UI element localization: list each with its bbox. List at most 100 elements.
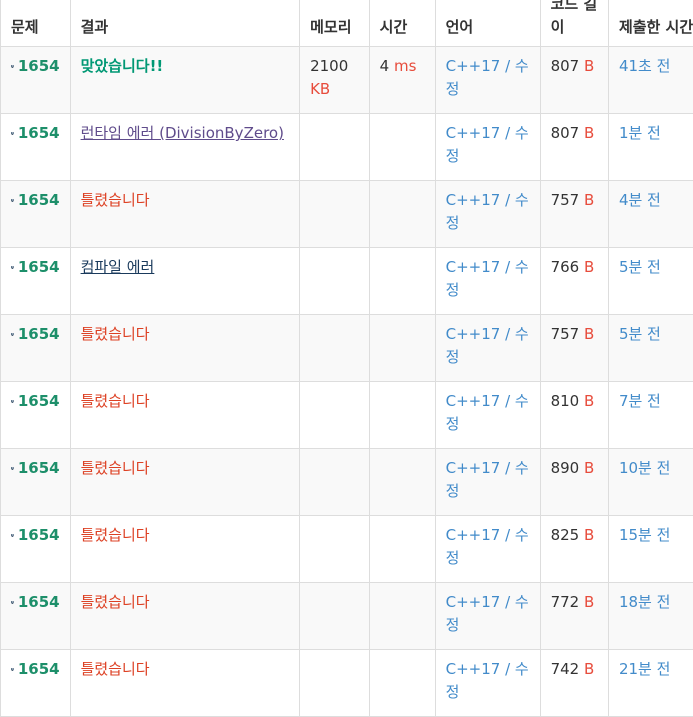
problem-link[interactable]: 2 1654 bbox=[11, 122, 60, 145]
problem-link[interactable]: 2 1654 bbox=[11, 189, 60, 212]
language-separator: / bbox=[500, 191, 515, 209]
code-length-cell: 772 B bbox=[540, 583, 608, 650]
submitted-time-link[interactable]: 7분 전 bbox=[619, 392, 661, 410]
submitted-time-link[interactable]: 5분 전 bbox=[619, 258, 661, 276]
language-cell: C++17 / 수정 bbox=[435, 382, 540, 449]
problem-id[interactable]: 1654 bbox=[18, 457, 60, 480]
silver-tier-icon: 2 bbox=[11, 123, 14, 144]
language-link[interactable]: C++17 bbox=[446, 526, 501, 544]
code-length-unit: B bbox=[584, 191, 594, 209]
memory-cell bbox=[300, 114, 370, 181]
result-text: 틀렸습니다 bbox=[81, 459, 150, 477]
silver-tier-icon: 2 bbox=[11, 659, 14, 680]
submitted-time-link[interactable]: 15분 전 bbox=[619, 526, 670, 544]
language-link[interactable]: C++17 bbox=[446, 57, 501, 75]
language-separator: / bbox=[500, 124, 515, 142]
language-link[interactable]: C++17 bbox=[446, 392, 501, 410]
submitted-time-link[interactable]: 4분 전 bbox=[619, 191, 661, 209]
table-row: 2 1654 맞았습니다!! 2100 KB 4 ms C++17 / 수정 8… bbox=[1, 47, 693, 114]
table-row: 2 1654 틀렸습니다 C++17 / 수정 742 B bbox=[1, 650, 693, 717]
problem-id[interactable]: 1654 bbox=[18, 658, 60, 681]
code-length-unit: B bbox=[584, 526, 594, 544]
problem-link[interactable]: 2 1654 bbox=[11, 390, 60, 413]
language-separator: / bbox=[500, 459, 515, 477]
problem-id[interactable]: 1654 bbox=[18, 55, 60, 78]
problem-link[interactable]: 2 1654 bbox=[11, 591, 60, 614]
problem-id[interactable]: 1654 bbox=[18, 189, 60, 212]
problem-cell: 2 1654 bbox=[1, 181, 71, 248]
code-length-cell: 766 B bbox=[540, 248, 608, 315]
header-time: 시간 bbox=[369, 0, 435, 47]
time-cell: 4 ms bbox=[369, 47, 435, 114]
language-cell: C++17 / 수정 bbox=[435, 248, 540, 315]
memory-unit: KB bbox=[310, 80, 330, 98]
problem-link[interactable]: 2 1654 bbox=[11, 55, 60, 78]
language-separator: / bbox=[500, 392, 515, 410]
problem-link[interactable]: 2 1654 bbox=[11, 658, 60, 681]
submitted-cell: 7분 전 bbox=[608, 382, 693, 449]
code-length-cell: 757 B bbox=[540, 315, 608, 382]
code-length-unit: B bbox=[584, 57, 594, 75]
problem-link[interactable]: 2 1654 bbox=[11, 323, 60, 346]
language-separator: / bbox=[500, 258, 515, 276]
language-link[interactable]: C++17 bbox=[446, 459, 501, 477]
language-link[interactable]: C++17 bbox=[446, 124, 501, 142]
result-text: 틀렸습니다 bbox=[81, 526, 150, 544]
result-text: 틀렸습니다 bbox=[81, 392, 150, 410]
header-problem: 문제 bbox=[1, 0, 71, 47]
time-cell bbox=[369, 449, 435, 516]
silver-tier-icon: 2 bbox=[11, 257, 14, 278]
problem-id[interactable]: 1654 bbox=[18, 390, 60, 413]
language-link[interactable]: C++17 bbox=[446, 593, 501, 611]
submitted-cell: 41초 전 bbox=[608, 47, 693, 114]
language-cell: C++17 / 수정 bbox=[435, 114, 540, 181]
result-text: 틀렸습니다 bbox=[81, 325, 150, 343]
problem-id[interactable]: 1654 bbox=[18, 323, 60, 346]
problem-link[interactable]: 2 1654 bbox=[11, 256, 60, 279]
silver-tier-icon: 2 bbox=[11, 525, 14, 546]
submitted-time-link[interactable]: 10분 전 bbox=[619, 459, 670, 477]
problem-id[interactable]: 1654 bbox=[18, 591, 60, 614]
code-length-unit: B bbox=[584, 593, 594, 611]
problem-cell: 2 1654 bbox=[1, 114, 71, 181]
silver-tier-icon: 2 bbox=[11, 458, 14, 479]
submitted-time-link[interactable]: 18분 전 bbox=[619, 593, 670, 611]
time-cell bbox=[369, 248, 435, 315]
code-length-unit: B bbox=[584, 325, 594, 343]
problem-link[interactable]: 2 1654 bbox=[11, 457, 60, 480]
problem-id[interactable]: 1654 bbox=[18, 524, 60, 547]
result-cell: 틀렸습니다 bbox=[70, 583, 300, 650]
problem-id[interactable]: 1654 bbox=[18, 256, 60, 279]
language-link[interactable]: C++17 bbox=[446, 325, 501, 343]
language-cell: C++17 / 수정 bbox=[435, 650, 540, 717]
time-cell bbox=[369, 114, 435, 181]
submitted-cell: 21분 전 bbox=[608, 650, 693, 717]
submitted-time-link[interactable]: 5분 전 bbox=[619, 325, 661, 343]
header-submitted: 제출한 시간 bbox=[608, 0, 693, 47]
language-cell: C++17 / 수정 bbox=[435, 583, 540, 650]
language-separator: / bbox=[500, 660, 515, 678]
time-cell bbox=[369, 650, 435, 717]
memory-cell bbox=[300, 516, 370, 583]
submitted-time-link[interactable]: 21분 전 bbox=[619, 660, 670, 678]
time-unit: ms bbox=[394, 57, 416, 75]
language-link[interactable]: C++17 bbox=[446, 258, 501, 276]
language-cell: C++17 / 수정 bbox=[435, 449, 540, 516]
result-text: 틀렸습니다 bbox=[81, 191, 150, 209]
problem-cell: 2 1654 bbox=[1, 583, 71, 650]
result-text[interactable]: 컴파일 에러 bbox=[81, 258, 155, 276]
problem-link[interactable]: 2 1654 bbox=[11, 524, 60, 547]
code-length-value: 772 bbox=[551, 593, 580, 611]
result-text[interactable]: 런타임 에러 (DivisionByZero) bbox=[81, 124, 284, 142]
result-cell: 맞았습니다!! bbox=[70, 47, 300, 114]
memory-cell bbox=[300, 181, 370, 248]
submitted-time-link[interactable]: 1분 전 bbox=[619, 124, 661, 142]
table-row: 2 1654 런타임 에러 (DivisionByZero) C++17 / 수… bbox=[1, 114, 693, 181]
submitted-cell: 15분 전 bbox=[608, 516, 693, 583]
language-separator: / bbox=[500, 325, 515, 343]
language-link[interactable]: C++17 bbox=[446, 191, 501, 209]
problem-id[interactable]: 1654 bbox=[18, 122, 60, 145]
language-link[interactable]: C++17 bbox=[446, 660, 501, 678]
header-code-length: 코드 길이 bbox=[540, 0, 608, 47]
submitted-time-link[interactable]: 41초 전 bbox=[619, 57, 670, 75]
